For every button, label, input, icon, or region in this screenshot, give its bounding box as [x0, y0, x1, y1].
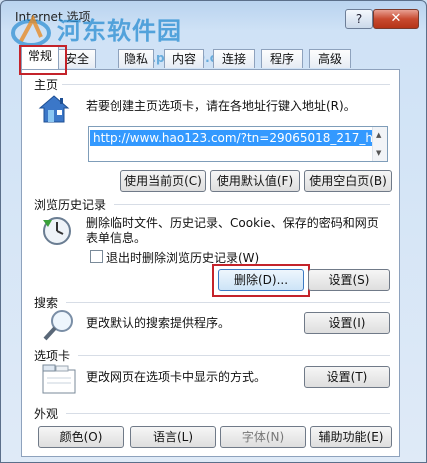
tab-advanced[interactable]: 高级 — [309, 49, 351, 68]
tabs-settings-button[interactable]: 设置(T) — [304, 366, 390, 388]
watermark-text: 河东软件园 — [57, 17, 182, 45]
tabs-description: 更改网页在选项卡中显示的方式。 — [86, 370, 267, 384]
accessibility-button[interactable]: 辅助功能(E) — [310, 426, 392, 448]
homepage-url-field[interactable]: http://www.hao123.com/?tn=29065018_217_h… — [88, 126, 388, 162]
internet-options-window: Internet 选项 ? ✕ 河东软件园 www.pc0359.cn 常规 安… — [0, 0, 427, 463]
magnifier-icon — [43, 310, 73, 341]
search-settings-button[interactable]: 设置(I) — [304, 312, 390, 334]
history-divider — [114, 204, 390, 205]
tabs-divider — [78, 355, 390, 356]
scroll-down-icon[interactable]: ▼ — [376, 149, 381, 157]
use-blank-button[interactable]: 使用空白页(B) — [304, 170, 392, 192]
colors-button[interactable]: 颜色(O) — [38, 426, 124, 448]
appearance-divider — [66, 413, 390, 414]
delete-on-exit-checkbox[interactable] — [90, 250, 103, 263]
close-button[interactable]: ✕ — [373, 9, 419, 29]
use-default-button[interactable]: 使用默认值(F) — [210, 170, 300, 192]
fonts-button[interactable]: 字体(N) — [220, 426, 306, 448]
search-description: 更改默认的搜索提供程序。 — [86, 316, 231, 330]
use-current-button[interactable]: 使用当前页(C) — [120, 170, 206, 192]
appearance-section-label: 外观 — [34, 407, 59, 421]
history-settings-button[interactable]: 设置(S) — [308, 269, 390, 291]
tab-programs[interactable]: 程序 — [261, 49, 303, 68]
url-scrollbar[interactable]: ▲ ▼ — [372, 127, 387, 161]
general-panel: 主页 若要创建主页选项卡，请在各地址行键入地址(R)。 http://www.h… — [21, 69, 400, 457]
house-icon — [38, 95, 70, 123]
homepage-instruction: 若要创建主页选项卡，请在各地址行键入地址(R)。 — [86, 99, 356, 113]
tab-content[interactable]: 内容 — [164, 49, 204, 68]
delete-highlight-box — [212, 264, 310, 297]
history-clock-icon — [43, 217, 71, 245]
history-description-line2: 表单信息。 — [86, 231, 147, 245]
help-button[interactable]: ? — [345, 9, 373, 29]
homepage-divider — [62, 84, 390, 85]
tab-highlight-box — [19, 45, 67, 75]
tab-privacy[interactable]: 隐私 — [118, 49, 154, 68]
tab-connections[interactable]: 连接 — [213, 49, 255, 68]
homepage-section-label: 主页 — [34, 78, 59, 92]
homepage-url-value[interactable]: http://www.hao123.com/?tn=29065018_217_h… — [90, 130, 375, 146]
tabs-section-label: 选项卡 — [34, 349, 71, 363]
history-section-label: 浏览历史记录 — [34, 198, 107, 212]
search-divider — [66, 302, 390, 303]
scroll-up-icon[interactable]: ▲ — [376, 131, 381, 139]
languages-button[interactable]: 语言(L) — [130, 426, 216, 448]
watermark-logo-icon — [11, 15, 51, 47]
tabs-window-icon — [42, 364, 76, 394]
